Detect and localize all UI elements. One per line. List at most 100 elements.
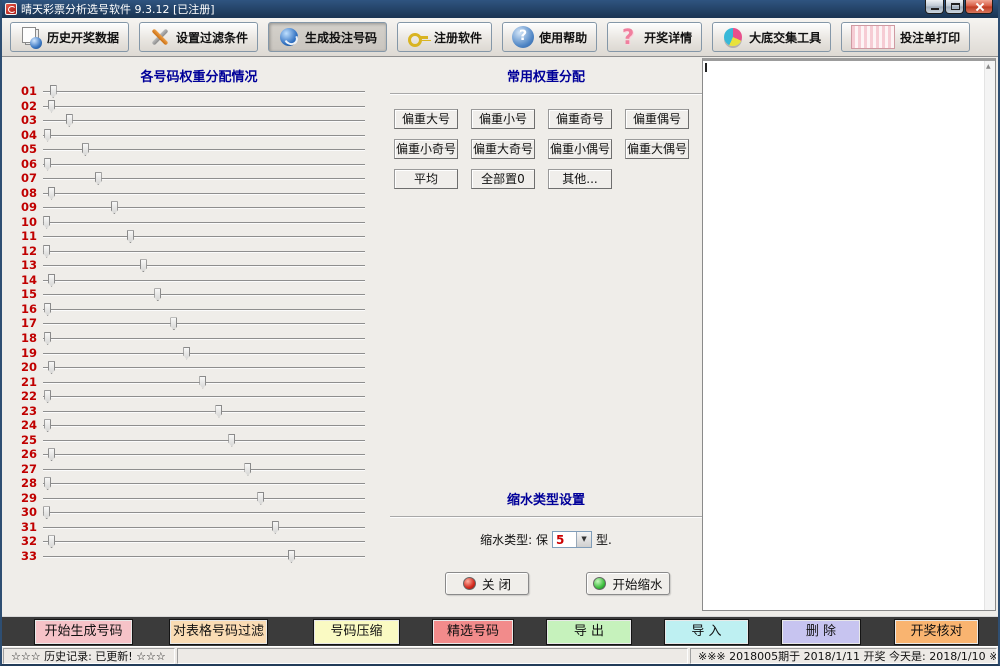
preset-button[interactable]: 平均 [394, 169, 458, 189]
toolbar-button-key[interactable]: 注册软件 [397, 22, 492, 52]
slider-thumb[interactable] [170, 317, 177, 330]
slider-thumb[interactable] [48, 448, 55, 461]
slider-track[interactable] [43, 512, 365, 514]
slider-track[interactable] [43, 91, 365, 93]
shrink-type-combobox[interactable]: 5 ▼ [552, 531, 592, 548]
toolbar-button-ticket[interactable]: 投注单打印 [841, 22, 970, 52]
preset-button[interactable]: 偏重奇号 [548, 109, 612, 129]
preset-button[interactable]: 偏重小号 [471, 109, 535, 129]
slider-thumb[interactable] [95, 172, 102, 185]
toolbar-button-pie[interactable]: 大底交集工具 [712, 22, 831, 52]
slider-track[interactable] [43, 556, 365, 558]
slider-track[interactable] [43, 367, 365, 369]
slider-thumb[interactable] [44, 303, 51, 316]
slider-track[interactable] [43, 120, 365, 122]
toolbar-button-question[interactable]: 开奖详情 [607, 22, 702, 52]
slider-thumb[interactable] [48, 187, 55, 200]
slider-track[interactable] [43, 265, 365, 267]
preset-button[interactable]: 偏重大号 [394, 109, 458, 129]
slider-track[interactable] [43, 382, 365, 384]
slider-track[interactable] [43, 483, 365, 485]
slider-thumb[interactable] [257, 492, 264, 505]
slider-thumb[interactable] [48, 274, 55, 287]
slider-thumb[interactable] [183, 347, 190, 360]
slider-thumb[interactable] [154, 288, 161, 301]
vertical-scrollbar[interactable] [984, 61, 995, 610]
slider-track[interactable] [43, 236, 365, 238]
slider-thumb[interactable] [44, 158, 51, 171]
slider-thumb[interactable] [43, 216, 50, 229]
slider-thumb[interactable] [43, 245, 50, 258]
toolbar-button-help[interactable]: 使用帮助 [502, 22, 597, 52]
slider-thumb[interactable] [66, 114, 73, 127]
slider-thumb[interactable] [44, 390, 51, 403]
preset-button[interactable]: 偏重偶号 [625, 109, 689, 129]
slider-thumb[interactable] [44, 419, 51, 432]
slider-thumb[interactable] [44, 332, 51, 345]
slider-thumb[interactable] [50, 85, 57, 98]
bottom-button[interactable]: 开奖核对 [895, 620, 978, 644]
bottom-button[interactable]: 号码压缩 [314, 620, 399, 644]
slider-track[interactable] [43, 498, 365, 500]
slider-thumb[interactable] [140, 259, 147, 272]
preset-button[interactable]: 偏重大偶号 [625, 139, 689, 159]
slider-thumb[interactable] [215, 405, 222, 418]
slider-thumb[interactable] [82, 143, 89, 156]
bottom-button[interactable]: 删 除 [782, 620, 860, 644]
slider-thumb[interactable] [44, 129, 51, 142]
minimize-button[interactable] [925, 0, 944, 14]
chevron-down-icon[interactable]: ▼ [576, 532, 591, 547]
slider-thumb[interactable] [44, 477, 51, 490]
toolbar-button-filter[interactable]: 设置过滤条件 [139, 22, 258, 52]
slider-track[interactable] [43, 106, 365, 108]
slider-track[interactable] [43, 309, 365, 311]
slider-track[interactable] [43, 149, 365, 151]
slider-track[interactable] [43, 425, 365, 427]
preset-button[interactable]: 偏重小奇号 [394, 139, 458, 159]
slider-track[interactable] [43, 396, 365, 398]
close-dialog-button[interactable]: 关 闭 [445, 572, 529, 595]
slider-thumb[interactable] [288, 550, 295, 563]
slider-track[interactable] [43, 440, 365, 442]
slider-thumb[interactable] [272, 521, 279, 534]
preset-button[interactable]: 偏重小偶号 [548, 139, 612, 159]
slider-thumb[interactable] [244, 463, 251, 476]
slider-thumb[interactable] [199, 376, 206, 389]
slider-track[interactable] [43, 280, 365, 282]
slider-track[interactable] [43, 193, 365, 195]
slider-thumb[interactable] [43, 506, 50, 519]
preset-button[interactable]: 偏重大奇号 [471, 139, 535, 159]
slider-track[interactable] [43, 135, 365, 137]
bottom-button[interactable]: 导 入 [665, 620, 748, 644]
slider-thumb[interactable] [48, 100, 55, 113]
slider-thumb[interactable] [228, 434, 235, 447]
slider-track[interactable] [43, 353, 365, 355]
slider-track[interactable] [43, 222, 365, 224]
slider-track[interactable] [43, 251, 365, 253]
start-shrink-button[interactable]: 开始缩水 [586, 572, 670, 595]
slider-track[interactable] [43, 164, 365, 166]
slider-track[interactable] [43, 207, 365, 209]
close-button[interactable] [965, 0, 993, 14]
slider-track[interactable] [43, 178, 365, 180]
slider-thumb[interactable] [111, 201, 118, 214]
slider-track[interactable] [43, 323, 365, 325]
slider-track[interactable] [43, 294, 365, 296]
slider-thumb[interactable] [48, 535, 55, 548]
slider-track[interactable] [43, 338, 365, 340]
slider-track[interactable] [43, 454, 365, 456]
slider-track[interactable] [43, 527, 365, 529]
preset-button[interactable]: 其他... [548, 169, 612, 189]
preset-button[interactable]: 全部置0 [471, 169, 535, 189]
bottom-button[interactable]: 对表格号码过滤 [170, 620, 267, 644]
slider-track[interactable] [43, 411, 365, 413]
bottom-button[interactable]: 开始生成号码 [35, 620, 132, 644]
toolbar-button-history[interactable]: 历史开奖数据 [10, 22, 129, 52]
maximize-button[interactable] [945, 0, 964, 14]
slider-thumb[interactable] [127, 230, 134, 243]
bottom-button[interactable]: 导 出 [547, 620, 631, 644]
slider-track[interactable] [43, 541, 365, 543]
slider-thumb[interactable] [48, 361, 55, 374]
results-textarea[interactable] [702, 58, 996, 611]
slider-track[interactable] [43, 469, 365, 471]
